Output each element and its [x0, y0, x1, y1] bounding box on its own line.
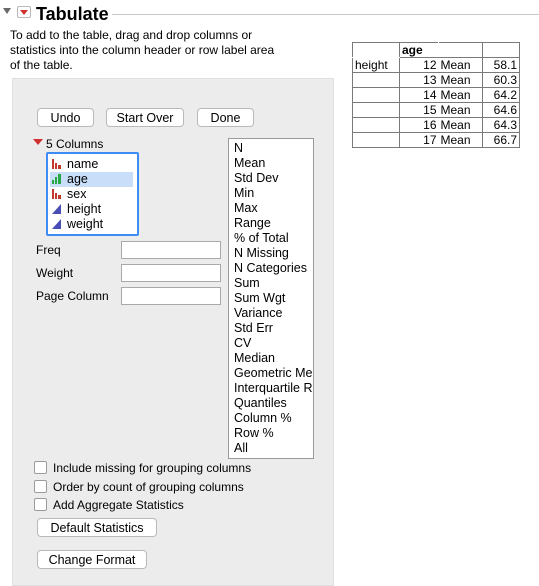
page-column-field[interactable]	[121, 287, 221, 305]
age-cell: 13	[399, 72, 439, 88]
columns-header: 5 Columns	[46, 137, 104, 151]
undo-button[interactable]: Undo	[37, 108, 94, 127]
column-item-age[interactable]: age	[50, 172, 133, 187]
stat-item[interactable]: Range	[234, 216, 271, 231]
value-cell: 58.1	[482, 57, 520, 73]
title-divider	[112, 14, 539, 15]
column-list[interactable]: name age sex height weight	[46, 152, 139, 236]
value-cell: 66.7	[482, 132, 520, 148]
stat-item[interactable]: Quantiles	[234, 396, 287, 411]
include-missing-option[interactable]: Include missing for grouping columns	[34, 461, 251, 475]
order-by-count-option[interactable]: Order by count of grouping columns	[34, 480, 244, 494]
corner-cell	[352, 42, 400, 58]
nominal-bar-icon	[52, 159, 62, 169]
row-label-blank	[352, 117, 400, 133]
value-cell: 60.3	[482, 72, 520, 88]
value-cell: 64.3	[482, 117, 520, 133]
include-missing-checkbox[interactable]	[34, 461, 47, 474]
collapse-triangle-icon[interactable]	[3, 8, 11, 14]
column-item-name[interactable]: name	[52, 157, 98, 172]
stat-item[interactable]: Std Dev	[234, 171, 278, 186]
change-format-button[interactable]: Change Format	[37, 550, 147, 569]
stat-item[interactable]: Variance	[234, 306, 282, 321]
age-cell: 15	[399, 102, 439, 118]
stat-item[interactable]: Row %	[234, 426, 274, 441]
nominal-bar-icon	[52, 189, 62, 199]
table-row: 13 Mean 60.3	[352, 72, 520, 88]
weight-label: Weight	[36, 266, 74, 280]
stat-cell: Mean	[438, 72, 483, 88]
ordinal-bar-icon	[52, 174, 62, 184]
freq-field[interactable]	[121, 241, 221, 259]
stat-item[interactable]: Sum Wgt	[234, 291, 285, 306]
columns-menu-icon[interactable]	[33, 139, 43, 147]
stat-item[interactable]: Column %	[234, 411, 292, 426]
continuous-triangle-icon	[52, 204, 62, 214]
stat-item[interactable]: CV	[234, 336, 251, 351]
age-cell: 12	[399, 57, 439, 73]
row-label-height[interactable]: height	[352, 57, 400, 73]
add-aggregate-checkbox[interactable]	[34, 498, 47, 511]
freq-label: Freq	[36, 243, 61, 257]
instructions-text: To add to the table, drag and drop colum…	[10, 28, 275, 72]
page-title: Tabulate	[36, 4, 109, 24]
value-cell: 64.6	[482, 102, 520, 118]
start-over-button[interactable]: Start Over	[106, 108, 184, 127]
order-by-count-checkbox[interactable]	[34, 480, 47, 493]
stat-item[interactable]: Min	[234, 186, 254, 201]
row-label-blank	[352, 87, 400, 103]
stat-cell: Mean	[438, 57, 483, 73]
add-aggregate-option[interactable]: Add Aggregate Statistics	[34, 498, 184, 512]
column-item-sex[interactable]: sex	[52, 187, 86, 202]
default-statistics-button[interactable]: Default Statistics	[37, 518, 157, 537]
age-cell: 14	[399, 87, 439, 103]
table-row: 15 Mean 64.6	[352, 102, 520, 118]
red-triangle-menu-icon[interactable]	[17, 6, 31, 18]
tabulate-table[interactable]: age height 12 Mean 58.1 13 Mean 60.3 14 …	[352, 42, 520, 148]
stat-item[interactable]: N Missing	[234, 246, 289, 261]
stat-item[interactable]: % of Total	[234, 231, 289, 246]
stat-item[interactable]: All	[234, 441, 248, 456]
stat-item[interactable]: Interquartile Range	[234, 381, 313, 396]
continuous-triangle-icon	[52, 219, 62, 229]
weight-field[interactable]	[121, 264, 221, 282]
value-cell: 64.2	[482, 87, 520, 103]
stat-item[interactable]: Geometric Mean	[234, 366, 313, 381]
stat-cell: Mean	[438, 87, 483, 103]
stat-cell: Mean	[438, 102, 483, 118]
row-label-blank	[352, 72, 400, 88]
stat-item[interactable]: Mean	[234, 156, 265, 171]
column-item-weight[interactable]: weight	[52, 217, 103, 232]
table-row: 16 Mean 64.3	[352, 117, 520, 133]
stat-item[interactable]: N	[234, 141, 243, 156]
stat-item[interactable]: N Categories	[234, 261, 307, 276]
header-filler	[438, 42, 483, 58]
header-filler	[482, 42, 520, 58]
column-item-height[interactable]: height	[52, 202, 101, 217]
age-cell: 17	[399, 132, 439, 148]
stat-item[interactable]: Max	[234, 201, 258, 216]
table-row: 17 Mean 66.7	[352, 132, 520, 148]
row-label-blank	[352, 132, 400, 148]
stat-item[interactable]: Median	[234, 351, 275, 366]
row-label-blank	[352, 102, 400, 118]
done-button[interactable]: Done	[197, 108, 254, 127]
table-header-row: age	[352, 42, 520, 58]
table-row: 14 Mean 64.2	[352, 87, 520, 103]
stat-cell: Mean	[438, 117, 483, 133]
page-column-label: Page Column	[36, 289, 109, 303]
table-row: height 12 Mean 58.1	[352, 57, 520, 73]
col-header-age[interactable]: age	[399, 42, 439, 58]
stat-item[interactable]: Std Err	[234, 321, 273, 336]
age-cell: 16	[399, 117, 439, 133]
stat-item[interactable]: Sum	[234, 276, 260, 291]
statistics-list[interactable]: N Mean Std Dev Min Max Range % of Total …	[228, 138, 314, 459]
stat-cell: Mean	[438, 132, 483, 148]
